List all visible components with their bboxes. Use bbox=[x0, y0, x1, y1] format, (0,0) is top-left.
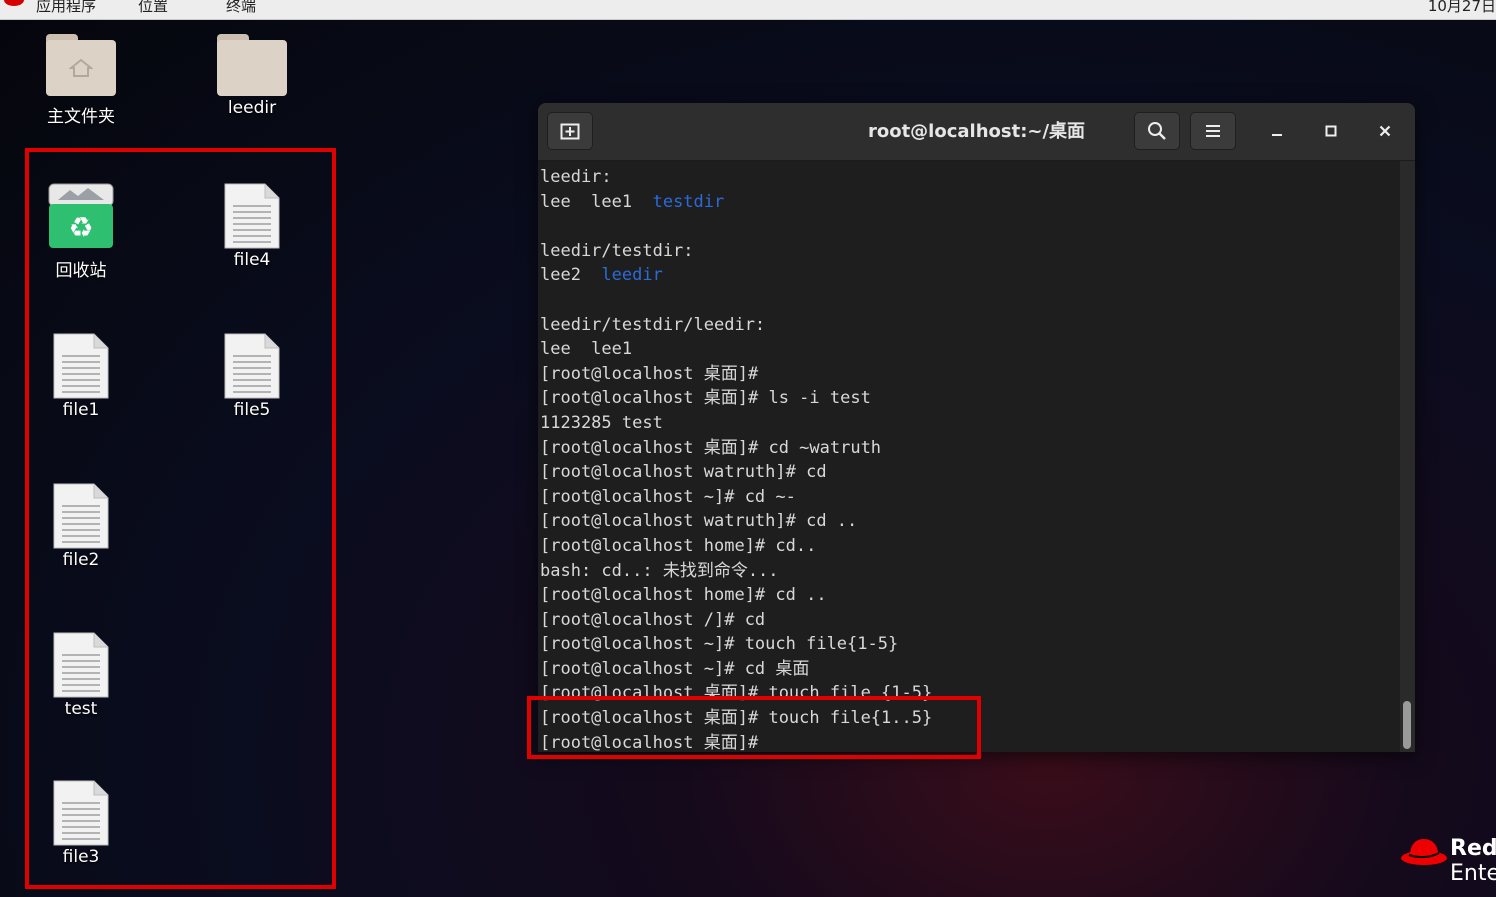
terminal-window[interactable]: root@localhost:~/桌面 leedir: lee lee1 test… bbox=[538, 103, 1415, 752]
terminal-directory-name: testdir bbox=[652, 191, 725, 212]
places-menu[interactable]: 位置 bbox=[138, 0, 168, 16]
desktop-icon-label: 主文件夹 bbox=[47, 107, 115, 127]
terminal-line: 1123285 test bbox=[540, 412, 663, 433]
terminal-line: [root@localhost watruth]# cd .. bbox=[540, 511, 858, 532]
terminal-line: [root@localhost ~]# touch file{1-5} bbox=[540, 634, 899, 655]
terminal-line: [root@localhost home]# cd.. bbox=[540, 535, 817, 556]
redhat-logo: Red Ente bbox=[1398, 832, 1496, 892]
terminal-line: [root@localhost 桌面]# bbox=[540, 363, 759, 384]
terminal-line: [root@localhost 桌面]# cd ~watruth bbox=[540, 437, 882, 458]
close-button[interactable] bbox=[1375, 121, 1395, 141]
terminal-line: leedir/testdir: bbox=[540, 240, 694, 261]
desktop-icon-leedir[interactable]: leedir bbox=[197, 34, 307, 118]
terminal-line: [root@localhost ~]# cd 桌面 bbox=[540, 658, 810, 679]
maximize-icon bbox=[1325, 125, 1337, 137]
clock[interactable]: 10月27日 bbox=[1428, 0, 1496, 16]
folder-home-icon bbox=[46, 34, 116, 96]
highlight-box-terminal-commands bbox=[527, 696, 981, 759]
applications-menu[interactable]: 应用程序 bbox=[36, 0, 96, 16]
menu-button[interactable] bbox=[1190, 112, 1236, 150]
terminal-scrollbar[interactable] bbox=[1400, 161, 1415, 752]
terminal-line: leedir/testdir/leedir: bbox=[540, 314, 766, 335]
minimize-icon bbox=[1272, 134, 1282, 136]
hamburger-menu-icon bbox=[1206, 125, 1220, 137]
redhat-hat-icon bbox=[1401, 839, 1447, 865]
desktop-icon-home-folder[interactable]: 主文件夹 bbox=[26, 34, 136, 127]
terminal-line: [root@localhost ~]# cd ~- bbox=[540, 486, 796, 507]
search-button[interactable] bbox=[1134, 112, 1180, 150]
terminal-line: [root@localhost watruth]# cd bbox=[540, 462, 827, 483]
folder-icon bbox=[217, 34, 287, 96]
new-tab-button[interactable] bbox=[547, 112, 593, 150]
terminal-line: lee lee1 bbox=[540, 339, 633, 360]
minimize-button[interactable] bbox=[1267, 121, 1287, 141]
search-icon bbox=[1148, 122, 1166, 140]
terminal-app-menu[interactable]: 终端 bbox=[226, 0, 256, 16]
terminal-line: bash: cd..: 未找到命令... bbox=[540, 560, 779, 581]
terminal-line: lee2 leedir bbox=[540, 263, 932, 288]
redhat-menu-icon[interactable] bbox=[4, 0, 24, 6]
terminal-directory-name: leedir bbox=[601, 265, 663, 286]
new-tab-icon bbox=[560, 123, 580, 140]
terminal-header-bar[interactable]: root@localhost:~/桌面 bbox=[538, 103, 1415, 161]
close-icon bbox=[1379, 125, 1391, 137]
terminal-line: [root@localhost home]# cd .. bbox=[540, 585, 827, 606]
logo-text-line2: Ente bbox=[1450, 861, 1496, 886]
scrollbar-thumb[interactable] bbox=[1403, 701, 1411, 749]
terminal-line: [root@localhost /]# cd bbox=[540, 609, 766, 630]
top-bar: 应用程序 位置 终端 10月27日 bbox=[0, 0, 1496, 20]
highlight-box-desktop-icons bbox=[25, 148, 336, 889]
terminal-line: leedir: bbox=[540, 167, 612, 187]
terminal-lines: leedir: lee lee1 testdir leedir/testdir: le… bbox=[540, 165, 932, 752]
terminal-output[interactable]: leedir: lee lee1 testdir leedir/testdir: le… bbox=[538, 161, 1400, 752]
terminal-line: lee lee1 testdir bbox=[540, 190, 932, 215]
terminal-line: [root@localhost 桌面]# ls -i test bbox=[540, 388, 871, 409]
terminal-line-text: lee lee1 bbox=[540, 191, 653, 212]
logo-text-line1: Red bbox=[1450, 836, 1496, 861]
terminal-line-text: lee2 bbox=[540, 265, 602, 286]
desktop-icon-label: leedir bbox=[227, 98, 277, 118]
maximize-button[interactable] bbox=[1321, 121, 1341, 141]
